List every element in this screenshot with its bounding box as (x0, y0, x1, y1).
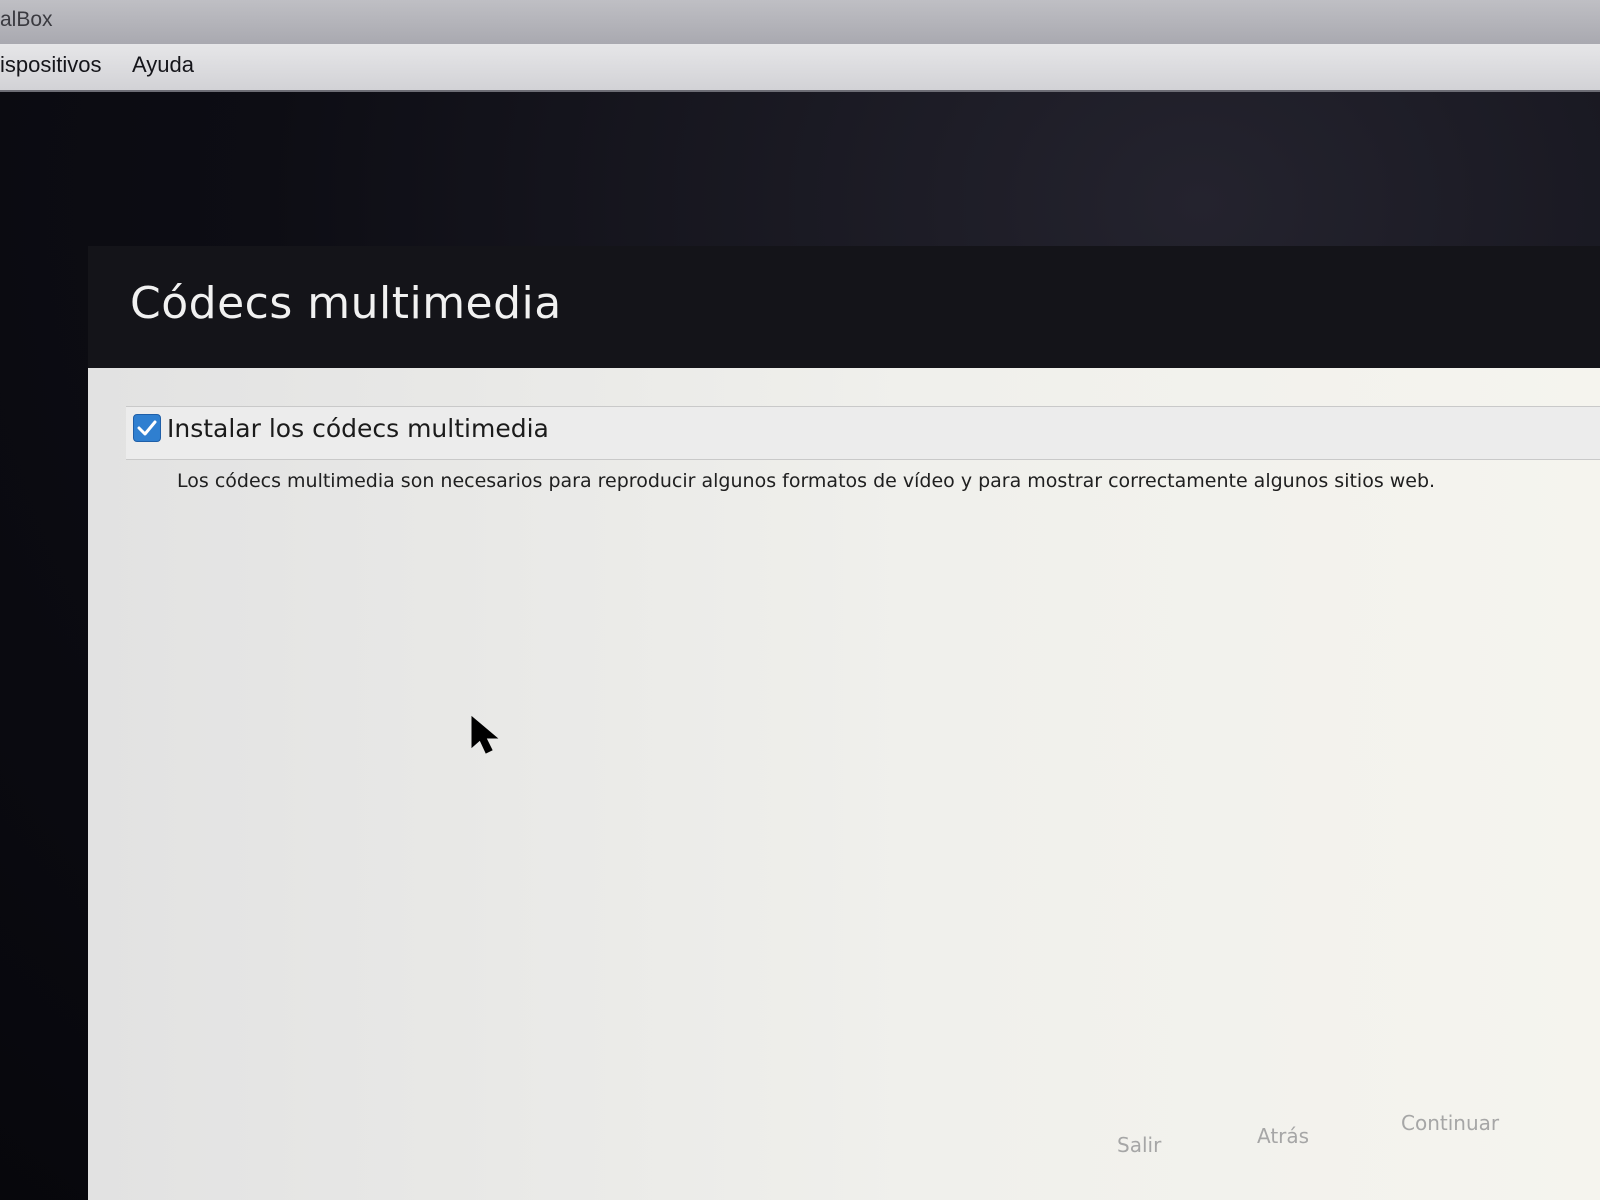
quit-button[interactable]: Salir (1117, 1133, 1161, 1157)
install-codecs-label[interactable]: Instalar los códecs multimedia (167, 414, 549, 443)
content-panel (88, 368, 1600, 1200)
menu-dispositivos[interactable]: ispositivos (0, 52, 101, 78)
check-icon (137, 420, 157, 436)
back-button[interactable]: Atrás (1257, 1124, 1309, 1148)
host-titlebar: alBox (0, 0, 1600, 45)
install-codecs-checkbox[interactable] (133, 414, 161, 442)
menu-ayuda[interactable]: Ayuda (132, 52, 194, 78)
screen: alBox ispositivos Ayuda Códecs multimedi… (0, 0, 1600, 1200)
host-menubar: ispositivos Ayuda (0, 44, 1600, 92)
page-title: Códecs multimedia (130, 278, 562, 329)
mouse-pointer-icon (471, 715, 499, 754)
host-window-title: alBox (0, 8, 53, 31)
codecs-description: Los códecs multimedia son necesarios par… (177, 470, 1436, 492)
continue-button[interactable]: Continuar (1401, 1111, 1499, 1135)
